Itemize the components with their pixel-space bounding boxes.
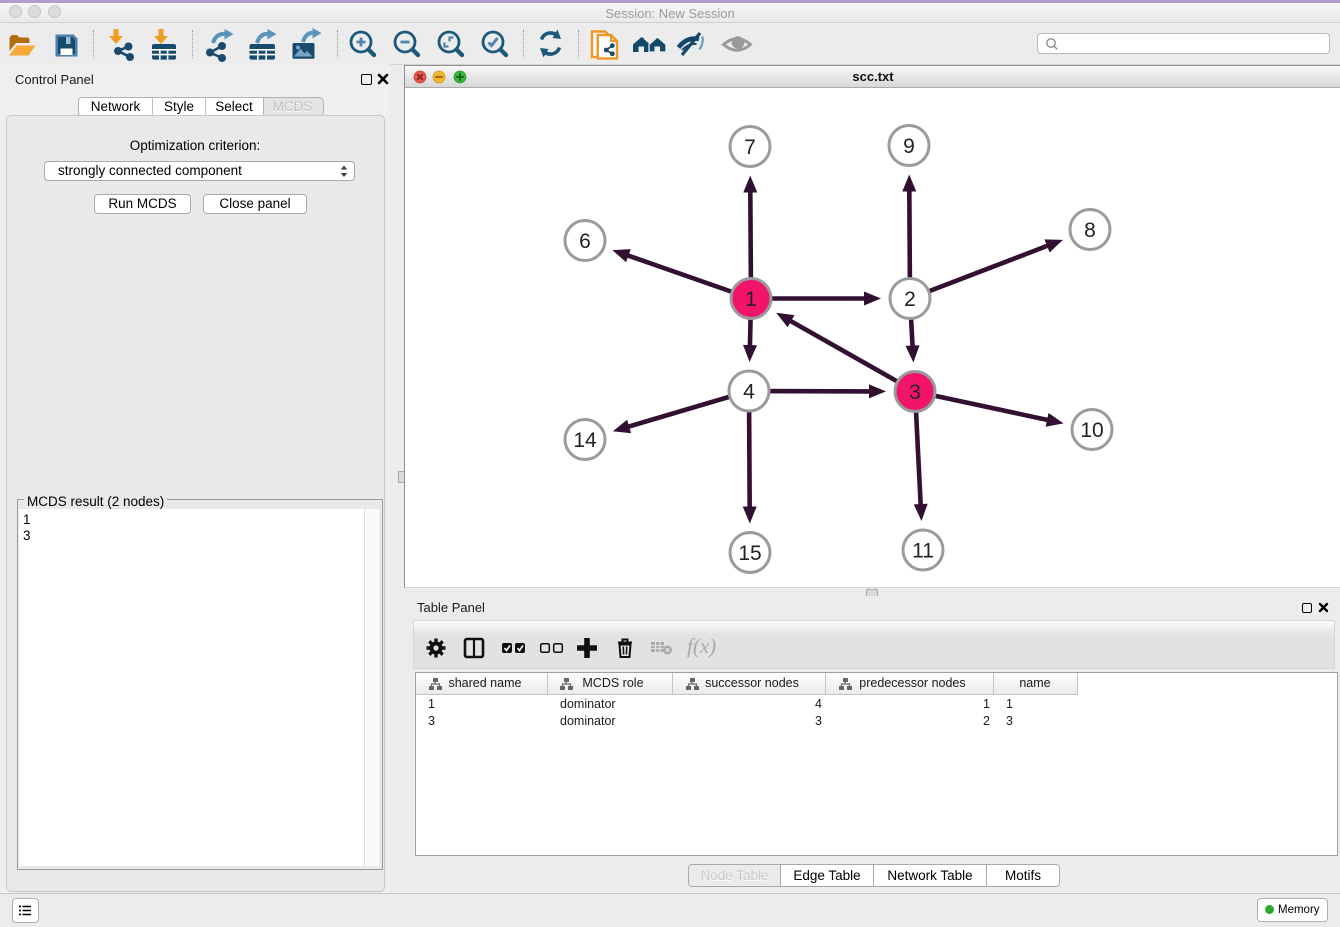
svg-text:3: 3 <box>909 381 921 404</box>
svg-text:10: 10 <box>1080 419 1103 442</box>
svg-text:9: 9 <box>903 135 915 158</box>
svg-text:6: 6 <box>579 230 591 253</box>
svg-text:11: 11 <box>912 540 934 563</box>
svg-text:7: 7 <box>744 136 756 159</box>
svg-text:2: 2 <box>904 288 916 311</box>
svg-text:8: 8 <box>1084 219 1096 242</box>
svg-text:4: 4 <box>743 381 755 404</box>
svg-text:1: 1 <box>745 288 757 311</box>
svg-text:14: 14 <box>573 429 597 452</box>
svg-text:15: 15 <box>738 542 761 565</box>
